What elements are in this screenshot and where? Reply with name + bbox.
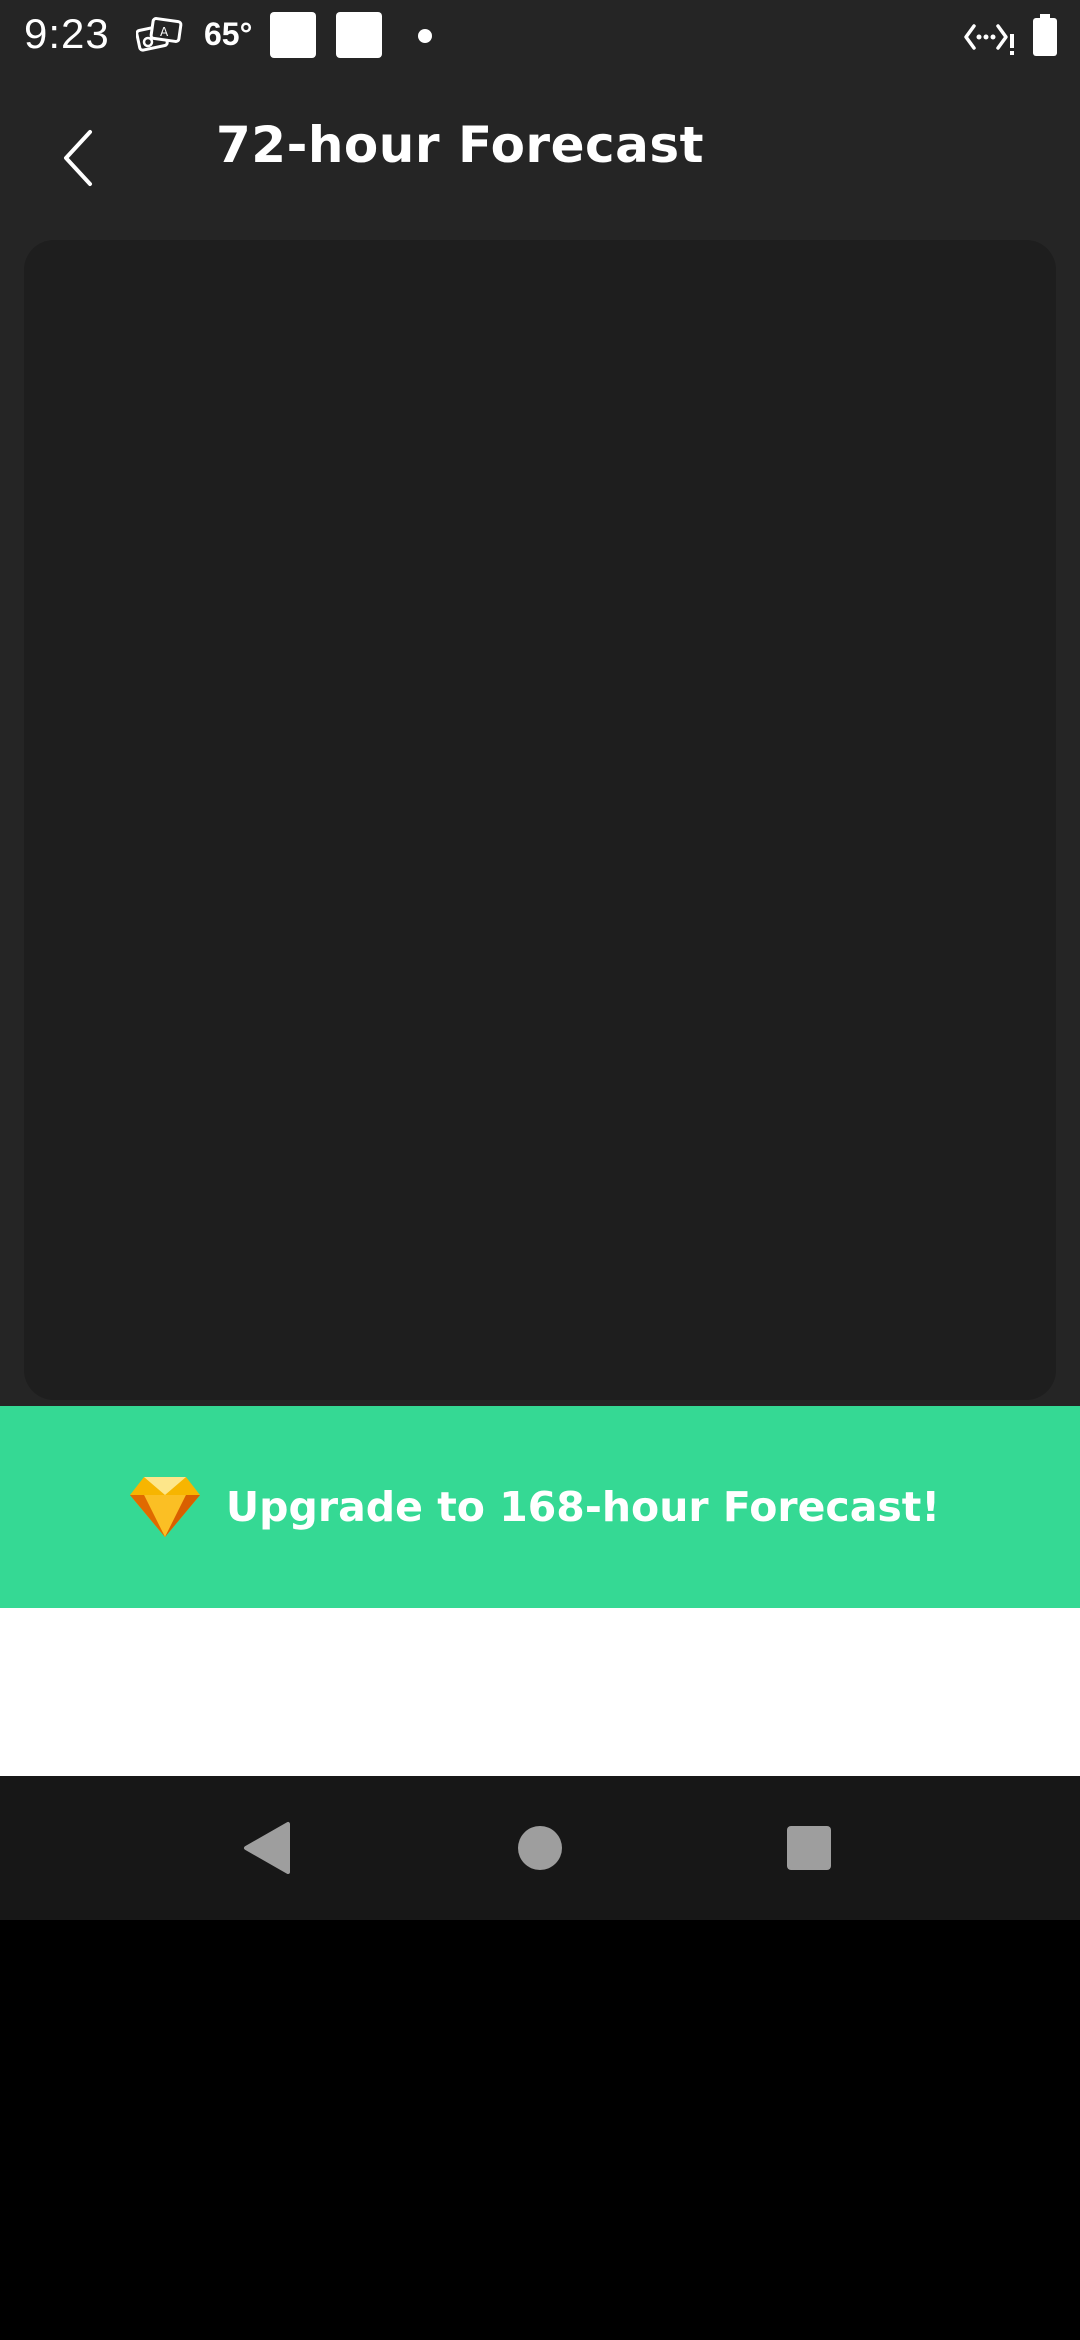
navigation-bar: [0, 1776, 1080, 1920]
home-circle-icon: [518, 1826, 562, 1870]
chevron-left-icon: [64, 130, 92, 186]
battery-icon: [1033, 14, 1057, 56]
forecast-panel: [24, 240, 1056, 1400]
app-header: 72-hour Forecast: [0, 72, 1080, 232]
nav-home-button[interactable]: [508, 1816, 572, 1880]
status-time: 9:23: [24, 10, 110, 57]
upgrade-banner[interactable]: Upgrade to 168-hour Forecast!: [0, 1406, 1080, 1608]
app-screen: 9:23 A 65° 72-hour Forecast Upgrade to 1…: [0, 0, 1080, 1776]
notification-square-icon: [270, 12, 316, 58]
network-icon: [964, 24, 1014, 55]
status-temperature: 65°: [204, 16, 253, 52]
ad-area: [0, 1608, 1080, 1776]
upgrade-label: Upgrade to 168-hour Forecast!: [225, 1483, 941, 1531]
page-title: 72-hour Forecast: [216, 116, 705, 174]
back-triangle-icon: [244, 1822, 290, 1874]
photos-icon: A: [136, 17, 183, 52]
svg-text:A: A: [160, 25, 169, 39]
recents-square-icon: [787, 1826, 831, 1870]
nav-recents-button[interactable]: [777, 1816, 841, 1880]
nav-back-button[interactable]: [236, 1816, 300, 1880]
back-button[interactable]: [40, 118, 120, 198]
notification-square-icon: [336, 12, 382, 58]
status-bar: 9:23 A 65°: [0, 0, 1080, 72]
dot-icon: [418, 29, 432, 43]
diamond-icon: [129, 1477, 200, 1537]
